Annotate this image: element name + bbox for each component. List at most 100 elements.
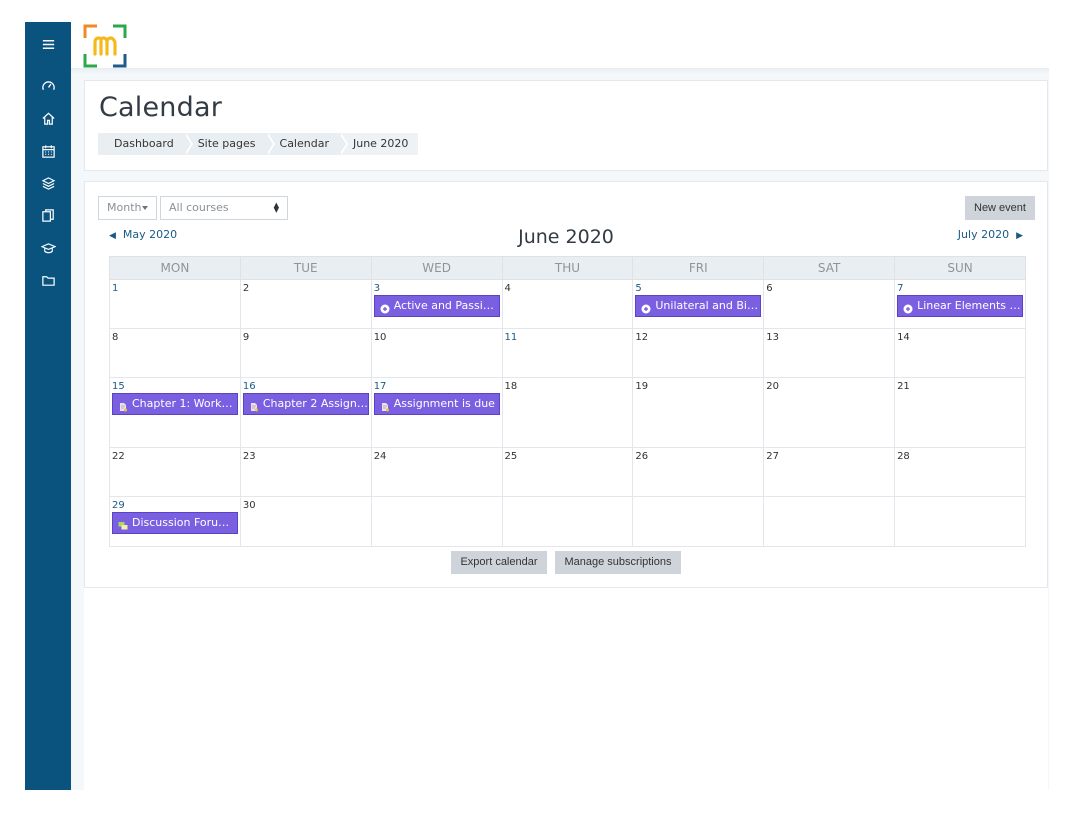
calendar-event[interactable]: Active and Passive ...: [373, 295, 500, 317]
current-month-title: June 2020: [518, 226, 614, 248]
next-month-link[interactable]: July 2020 ▶: [958, 228, 1023, 241]
graduation-cap-icon[interactable]: [39, 239, 57, 257]
assignment-icon: [118, 399, 128, 412]
sidebar: [25, 22, 71, 790]
breadcrumb-dashboard[interactable]: Dashboard: [98, 133, 193, 155]
dashboard-icon[interactable]: [39, 77, 57, 95]
event-label: Unilateral and Bilat...: [655, 299, 762, 312]
day-number[interactable]: 29: [112, 500, 125, 511]
calendar-day-cell[interactable]: 22: [109, 447, 241, 497]
weekday-sat: SAT: [763, 256, 896, 280]
day-number[interactable]: 16: [243, 381, 256, 392]
day-number[interactable]: 17: [374, 381, 387, 392]
breadcrumb-current: June 2020: [338, 133, 419, 155]
calendar-event[interactable]: Discussion Forum is...: [112, 512, 238, 534]
calendar-day-cell[interactable]: 10: [370, 328, 503, 378]
day-number: 9: [242, 332, 250, 343]
folder-icon[interactable]: [39, 271, 57, 289]
breadcrumb-site-pages[interactable]: Site pages: [183, 133, 275, 155]
day-number: 30: [242, 500, 256, 511]
calendar-day-cell[interactable]: 28: [894, 447, 1026, 497]
calendar-day-cell[interactable]: 8: [109, 328, 241, 378]
calendar-day-cell[interactable]: 21: [894, 377, 1026, 448]
calendar-day-cell[interactable]: 23: [239, 447, 372, 497]
day-number: 14: [897, 332, 910, 343]
calendar-day-cell[interactable]: 6: [763, 279, 896, 329]
calendar-day-cell[interactable]: 12: [632, 328, 765, 378]
site-logo[interactable]: [83, 24, 127, 68]
files-icon[interactable]: [39, 206, 57, 224]
calendar-event[interactable]: Chapter 2 Assignm...: [242, 393, 369, 415]
new-event-button[interactable]: New event: [965, 196, 1035, 220]
assignment-icon: [380, 399, 390, 412]
calendar-event[interactable]: Assignment is due: [373, 393, 500, 415]
calendar-day-cell[interactable]: 1: [109, 279, 241, 329]
weekday-wed: WED: [370, 256, 503, 280]
top-navbar: [71, 22, 1049, 68]
breadcrumb-calendar[interactable]: Calendar: [265, 133, 348, 155]
calendar-grid: MON TUE WED THU FRI SAT SUN 1 2 3 Active and Pass…: [109, 256, 1026, 547]
view-select[interactable]: Month: [98, 196, 157, 220]
day-number: 2: [242, 283, 250, 294]
day-number: 13: [766, 332, 779, 343]
calendar-day-cell[interactable]: 27: [763, 447, 896, 497]
day-number: 10: [373, 332, 387, 343]
manage-subscriptions-button[interactable]: Manage subscriptions: [555, 551, 681, 574]
export-calendar-button[interactable]: Export calendar: [451, 551, 547, 574]
calendar-event[interactable]: Unilateral and Bilat...: [635, 295, 762, 317]
day-number[interactable]: 3: [374, 283, 380, 294]
calendar-day-cell: [370, 496, 503, 547]
calendar-day-cell[interactable]: 18: [501, 377, 634, 448]
event-label: Linear Elements an...: [917, 299, 1024, 312]
calendar-day-cell: [501, 496, 634, 547]
day-number: 18: [504, 381, 518, 392]
calendar-day-cell[interactable]: 25: [501, 447, 634, 497]
weekday-fri: FRI: [632, 256, 765, 280]
calendar-day-cell[interactable]: 7 Linear Elements an...: [894, 279, 1026, 329]
event-label: Assignment is due: [393, 397, 495, 410]
day-number: 12: [635, 332, 649, 343]
event-label: Active and Passive ...: [393, 299, 500, 312]
event-label: Chapter 1: Workshe...: [132, 397, 237, 410]
calendar-day-cell[interactable]: 5 Unilateral and Bilat...: [632, 279, 765, 329]
calendar-icon[interactable]: [39, 142, 57, 160]
calendar-day-cell[interactable]: 15 Chapter 1: Workshe...: [109, 377, 241, 448]
calendar-day-cell: [763, 496, 896, 547]
content-lower-area: [84, 588, 1048, 790]
day-number: 20: [766, 381, 779, 392]
calendar-day-cell[interactable]: 9: [239, 328, 372, 378]
updown-icon: ▲ ▼: [273, 201, 279, 214]
calendar-day-cell[interactable]: 19: [632, 377, 765, 448]
calendar-day-cell[interactable]: 26: [632, 447, 765, 497]
calendar-week-row: 22 23 24 25 26 27 28: [109, 447, 1026, 497]
calendar-day-cell[interactable]: 2: [239, 279, 372, 329]
calendar-event[interactable]: Chapter 1: Workshe...: [112, 393, 238, 415]
day-number[interactable]: 15: [112, 381, 125, 392]
calendar-day-cell[interactable]: 3 Active and Passive ...: [370, 279, 503, 329]
calendar-day-cell[interactable]: 14: [894, 328, 1026, 378]
layers-icon[interactable]: [39, 174, 57, 192]
calendar-day-cell[interactable]: 24: [370, 447, 503, 497]
calendar-day-cell[interactable]: 20: [763, 377, 896, 448]
calendar-day-cell[interactable]: 17 Assignment is due: [370, 377, 503, 448]
assignment-icon: [249, 399, 259, 412]
course-select[interactable]: All courses ▲ ▼: [160, 196, 288, 220]
calendar-week-row: 29 Discussion Forum is... 30: [109, 496, 1026, 547]
page-header: Calendar Dashboard Site pages Calendar J…: [84, 80, 1048, 171]
calendar-event[interactable]: Linear Elements an...: [897, 295, 1024, 317]
day-number[interactable]: 7: [897, 283, 903, 294]
calendar-day-cell: [894, 496, 1026, 547]
calendar-day-cell[interactable]: 4: [501, 279, 634, 329]
calendar-day-cell[interactable]: 16 Chapter 2 Assignm...: [239, 377, 372, 448]
calendar-week-row: 1 2 3 Active and Passive ... 4 5 Unilateral an…: [109, 279, 1026, 329]
calendar-day-cell[interactable]: 29 Discussion Forum is...: [109, 496, 241, 547]
calendar-day-cell[interactable]: 13: [763, 328, 896, 378]
calendar-day-cell[interactable]: 11: [501, 328, 634, 378]
day-number[interactable]: 11: [505, 332, 518, 343]
hamburger-icon[interactable]: [39, 35, 57, 53]
calendar-day-cell[interactable]: 30: [239, 496, 372, 547]
day-number[interactable]: 5: [635, 283, 641, 294]
day-number: 4: [504, 283, 511, 294]
home-icon[interactable]: [39, 109, 57, 127]
day-number[interactable]: 1: [112, 283, 118, 294]
